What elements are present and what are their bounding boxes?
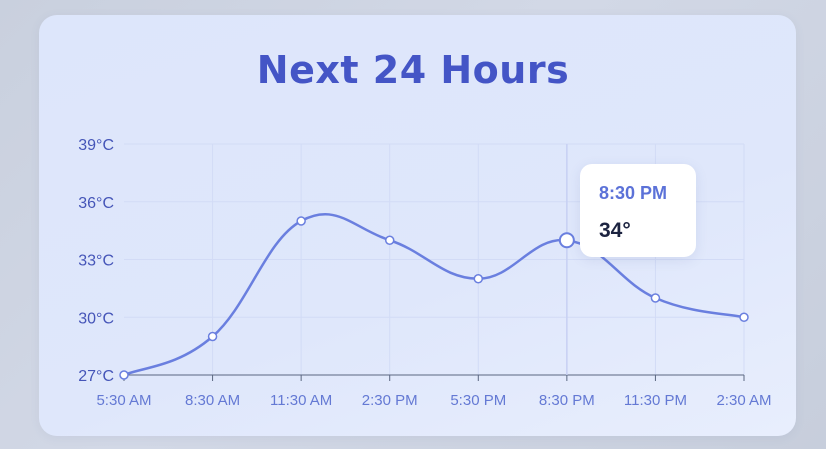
y-tick-label: 30°C [78,310,114,327]
x-tick-label: 8:30 AM [185,392,240,409]
x-tick-label: 11:30 AM [270,392,332,409]
data-point[interactable] [473,274,484,284]
tooltip-value: 34° [599,219,631,242]
x-tick-label: 2:30 PM [362,392,418,409]
y-tick-label: 27°C [78,368,114,385]
y-tick-label: 39°C [78,137,114,154]
tooltip-time: 8:30 PM [599,183,668,203]
x-axis [123,374,745,381]
x-tick-label: 11:30 PM [624,392,687,409]
x-tick-label: 5:30 AM [96,392,151,409]
data-point-highlighted[interactable] [558,232,575,249]
temperature-chart[interactable]: 27°C 30°C 33°C 36°C 39°C 5:30 AM 8:30 AM 11:30… [0,0,826,449]
data-point[interactable] [384,235,395,245]
x-tick-label: 5:30 PM [450,392,506,409]
hover-tooltip: 8:30 PM 34° [580,164,696,257]
data-point[interactable] [739,312,749,322]
y-tick-label: 36°C [78,195,114,212]
data-point[interactable] [650,293,661,303]
data-point[interactable] [119,370,129,380]
x-tick-label: 2:30 AM [716,392,771,409]
y-axis-labels: 27°C 30°C 33°C 36°C 39°C [78,137,114,385]
data-point[interactable] [207,331,218,342]
x-tick-label: 8:30 PM [539,392,595,409]
x-axis-labels: 5:30 AM 8:30 AM 11:30 AM 2:30 PM 5:30 PM 8:30… [96,392,771,409]
y-tick-label: 33°C [78,253,114,270]
data-point[interactable] [296,216,306,226]
